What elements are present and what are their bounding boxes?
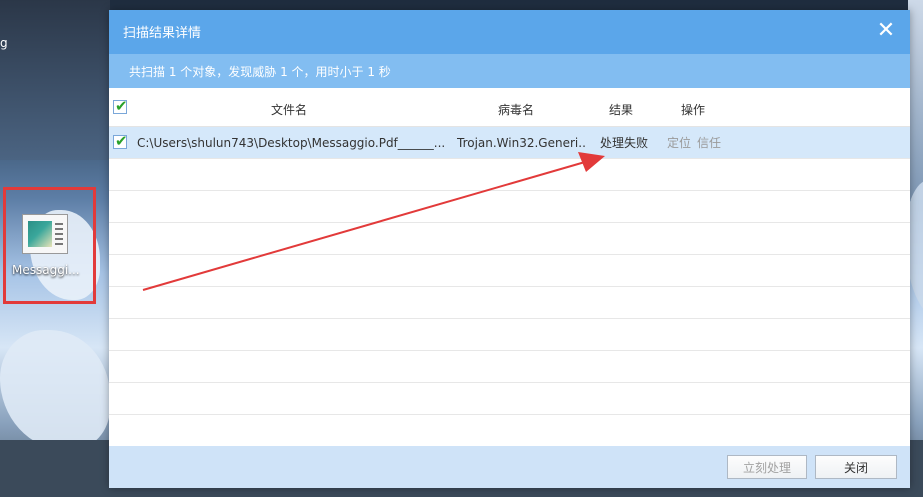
scan-summary-bar: 共扫描 1 个对象，发现威胁 1 个，用时小于 1 秒 [109, 54, 910, 88]
desktop-partial-label: g [0, 36, 8, 50]
results-table: ✔ 文件名 病毒名 结果 操作 ✔ C:\Users\shulun743\Des… [109, 92, 910, 447]
desktop-icon-label[interactable]: Messaggi... [12, 263, 80, 277]
scan-result-dialog: 扫描结果详情 ✕ 共扫描 1 个对象，发现威胁 1 个，用时小于 1 秒 ✔ 文… [109, 10, 910, 488]
column-header-result: 结果 [609, 102, 634, 117]
empty-row [109, 223, 910, 255]
dialog-title: 扫描结果详情 [123, 26, 202, 41]
close-button[interactable]: 关闭 [815, 455, 897, 479]
locate-link[interactable]: 定位 [667, 127, 691, 158]
file-thumbnail-lines [55, 223, 63, 245]
pdf-file-icon[interactable] [22, 214, 68, 254]
table-header: ✔ 文件名 病毒名 结果 操作 [109, 92, 910, 127]
empty-row [109, 191, 910, 223]
checkmark-icon: ✔ [115, 97, 128, 115]
scan-summary: 共扫描 1 个对象，发现威胁 1 个，用时小于 1 秒 [129, 65, 391, 79]
empty-row [109, 383, 910, 415]
table-row[interactable]: ✔ C:\Users\shulun743\Desktop\Messaggio.P… [109, 127, 910, 159]
empty-row [109, 255, 910, 287]
empty-row [109, 159, 910, 191]
file-thumbnail [28, 221, 52, 247]
row-file-path: C:\Users\shulun743\Desktop\Messaggio.Pdf… [137, 135, 446, 150]
desktop-wallpaper-cliff [0, 0, 110, 160]
empty-row [109, 319, 910, 351]
select-all-checkbox[interactable]: ✔ [113, 97, 128, 115]
row-checkbox[interactable]: ✔ [113, 132, 128, 150]
dialog-titlebar[interactable]: 扫描结果详情 ✕ [109, 10, 910, 54]
column-header-file: 文件名 [271, 102, 308, 117]
row-virus-name: Trojan.Win32.Generi... [457, 135, 587, 150]
close-icon[interactable]: ✕ [876, 20, 896, 42]
desktop-wallpaper-edge [908, 0, 923, 200]
empty-row [109, 287, 910, 319]
desktop-wallpaper-ice [0, 330, 110, 450]
empty-row [109, 351, 910, 383]
column-header-virus: 病毒名 [498, 102, 535, 117]
empty-row [109, 415, 910, 447]
row-result: 处理失败 [600, 136, 649, 150]
column-header-action: 操作 [681, 102, 706, 117]
trust-link[interactable]: 信任 [697, 127, 721, 158]
dialog-footer: 立刻处理 关闭 [109, 446, 910, 488]
process-now-button[interactable]: 立刻处理 [727, 455, 807, 479]
checkmark-icon: ✔ [115, 132, 128, 150]
